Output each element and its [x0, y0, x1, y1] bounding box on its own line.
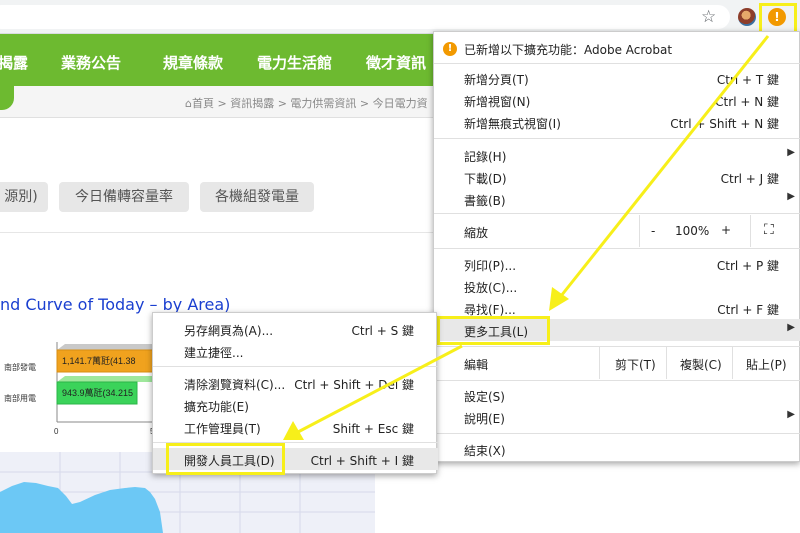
menu-item-label: 列印(P)...	[464, 259, 517, 273]
menu-item-shortcut: Ctrl + N 鍵	[715, 95, 779, 109]
tab-by-source[interactable]: 源別)	[0, 182, 48, 212]
menu-item-shortcut: Ctrl + Shift + I 鍵	[310, 454, 414, 468]
menu-item-shortcut: Ctrl + T 鍵	[716, 73, 779, 87]
zoom-out-button[interactable]: -	[651, 224, 655, 238]
menu-separator	[434, 213, 800, 214]
breadcrumb-bar: ⌂首頁 > 資訊揭露 > 電力供需資訊 > 今日電力資	[0, 86, 440, 118]
zoom-label: 縮放	[464, 226, 489, 240]
tab-unit-generation[interactable]: 各機組發電量	[200, 182, 314, 212]
nav-item-careers[interactable]: 徵才資訊	[366, 52, 426, 73]
menu-item-label: 新增分頁(T)	[464, 73, 529, 87]
browser-toolbar: ☆ !	[0, 0, 800, 34]
zoom-level: 100%	[675, 224, 710, 238]
menu-separator	[434, 138, 800, 139]
nav-item-announcements[interactable]: 業務公告	[61, 52, 121, 73]
menu-separator	[153, 366, 438, 367]
menu-item-exit[interactable]: 結束(X)	[434, 438, 800, 460]
edit-label: 編輯	[464, 358, 489, 372]
zoom-in-button[interactable]: +	[721, 223, 731, 237]
menu-item-new-incognito-window[interactable]: 新增無痕式視窗(I) Ctrl + Shift + N 鍵	[434, 111, 800, 133]
submenu-arrow-icon: ▶	[787, 409, 795, 420]
menu-row-zoom: 縮放 - 100% + ⛶	[434, 215, 800, 247]
menu-separator	[434, 380, 800, 381]
submenu-item-extensions[interactable]: 擴充功能(E)	[153, 394, 438, 416]
divider	[0, 232, 440, 233]
profile-avatar[interactable]	[738, 8, 756, 26]
menu-item-shortcut: Ctrl + P 鍵	[716, 259, 779, 273]
menu-separator	[434, 433, 800, 434]
menu-item-shortcut: Shift + Esc 鍵	[332, 422, 414, 436]
chrome-menu: ! 已新增以下擴充功能：Adobe Acrobat 新增分頁(T) Ctrl +…	[433, 31, 800, 462]
zoom-divider	[639, 215, 640, 247]
highlight-more-tools	[437, 316, 550, 345]
menu-item-cast[interactable]: 投放(C)...	[434, 275, 800, 297]
menu-item-label: 建立捷徑...	[184, 346, 244, 360]
edit-divider	[599, 347, 600, 379]
category-label-south-consumption: 南部用電	[4, 393, 36, 403]
menu-item-label: 工作管理員(T)	[184, 422, 261, 436]
nav-tab-indicator	[0, 86, 14, 110]
menu-item-new-window[interactable]: 新增視窗(N) Ctrl + N 鍵	[434, 89, 800, 111]
menu-item-label: 結束(X)	[464, 444, 506, 458]
menu-item-help[interactable]: 說明(E) ▶	[434, 406, 800, 428]
highlight-developer-tools	[166, 443, 285, 475]
menu-item-shortcut: Ctrl + S 鍵	[351, 324, 414, 338]
menu-row-edit: 編輯 剪下(T) 複製(C) 貼上(P)	[434, 347, 800, 379]
menu-item-label: 另存網頁為(A)...	[184, 324, 274, 338]
menu-item-label: 新增無痕式視窗(I)	[464, 117, 561, 131]
cut-button[interactable]: 剪下(T)	[615, 356, 656, 373]
bookmark-star-icon[interactable]: ☆	[701, 7, 716, 27]
breadcrumb: ⌂首頁 > 資訊揭露 > 電力供需資訊 > 今日電力資	[185, 97, 428, 110]
category-label-south-generation: 南部發電	[4, 362, 36, 372]
extension-notice-label: 已新增以下擴充功能：Adobe Acrobat	[464, 43, 673, 57]
menu-item-new-tab[interactable]: 新增分頁(T) Ctrl + T 鍵	[434, 67, 800, 89]
menu-separator	[434, 248, 800, 249]
submenu-item-create-shortcut[interactable]: 建立捷徑...	[153, 340, 438, 362]
menu-item-label: 設定(S)	[464, 390, 505, 404]
fullscreen-icon[interactable]: ⛶	[764, 222, 774, 238]
submenu-arrow-icon: ▶	[787, 322, 795, 333]
site-nav: 揭露 業務公告 規章條款 電力生活館 徵才資訊	[0, 34, 440, 86]
menu-item-label: 書籤(B)	[464, 194, 506, 208]
copy-button[interactable]: 複製(C)	[680, 356, 722, 373]
menu-item-bookmarks[interactable]: 書籤(B) ▶	[434, 188, 800, 210]
menu-item-settings[interactable]: 設定(S)	[434, 384, 800, 406]
submenu-item-task-manager[interactable]: 工作管理員(T) Shift + Esc 鍵	[153, 416, 438, 438]
menu-item-print[interactable]: 列印(P)... Ctrl + P 鍵	[434, 253, 800, 275]
submenu-arrow-icon: ▶	[787, 191, 795, 202]
paste-button[interactable]: 貼上(P)	[746, 356, 787, 373]
menu-item-label: 清除瀏覽資料(C)...	[184, 378, 286, 392]
menu-item-shortcut: Ctrl + Shift + N 鍵	[670, 117, 779, 131]
submenu-item-clear-data[interactable]: 清除瀏覽資料(C)... Ctrl + Shift + Del 鍵	[153, 372, 438, 394]
edit-divider	[732, 347, 733, 379]
menu-item-shortcut: Ctrl + F 鍵	[717, 303, 779, 317]
menu-item-label: 記錄(H)	[464, 150, 507, 164]
warning-icon: !	[443, 42, 457, 56]
bar-top-face	[57, 376, 162, 382]
menu-item-downloads[interactable]: 下載(D) Ctrl + J 鍵	[434, 166, 800, 188]
tab-reserve-margin[interactable]: 今日備轉容量率	[59, 182, 189, 212]
menu-item-shortcut: Ctrl + Shift + Del 鍵	[294, 378, 414, 392]
menu-item-label: 新增視窗(N)	[464, 95, 531, 109]
address-bar[interactable]	[0, 5, 730, 29]
menu-item-history[interactable]: 記錄(H) ▶	[434, 144, 800, 166]
submenu-item-save-page[interactable]: 另存網頁為(A)... Ctrl + S 鍵	[153, 318, 438, 340]
menu-item-shortcut: Ctrl + J 鍵	[720, 172, 779, 186]
submenu-arrow-icon: ▶	[787, 147, 795, 158]
data-label-south-consumption: 943.9萬瓩(34.215	[62, 387, 133, 398]
tick-label: 0	[54, 427, 59, 436]
menu-item-label: 投放(C)...	[464, 281, 518, 295]
data-label-south-generation: 1,141.7萬瓩(41.38	[62, 355, 136, 366]
bar-top-face	[57, 344, 162, 350]
menu-item-label: 說明(E)	[464, 412, 505, 426]
extension-notice[interactable]: ! 已新增以下擴充功能：Adobe Acrobat	[434, 35, 800, 61]
nav-item-disclosure[interactable]: 揭露	[0, 52, 28, 73]
edit-divider	[666, 347, 667, 379]
menu-item-label: 下載(D)	[464, 172, 507, 186]
zoom-divider	[750, 215, 751, 247]
nav-item-power-life[interactable]: 電力生活館	[257, 52, 332, 73]
menu-separator	[434, 63, 800, 64]
nav-item-regulations[interactable]: 規章條款	[163, 52, 223, 73]
menu-item-label: 擴充功能(E)	[184, 400, 249, 414]
